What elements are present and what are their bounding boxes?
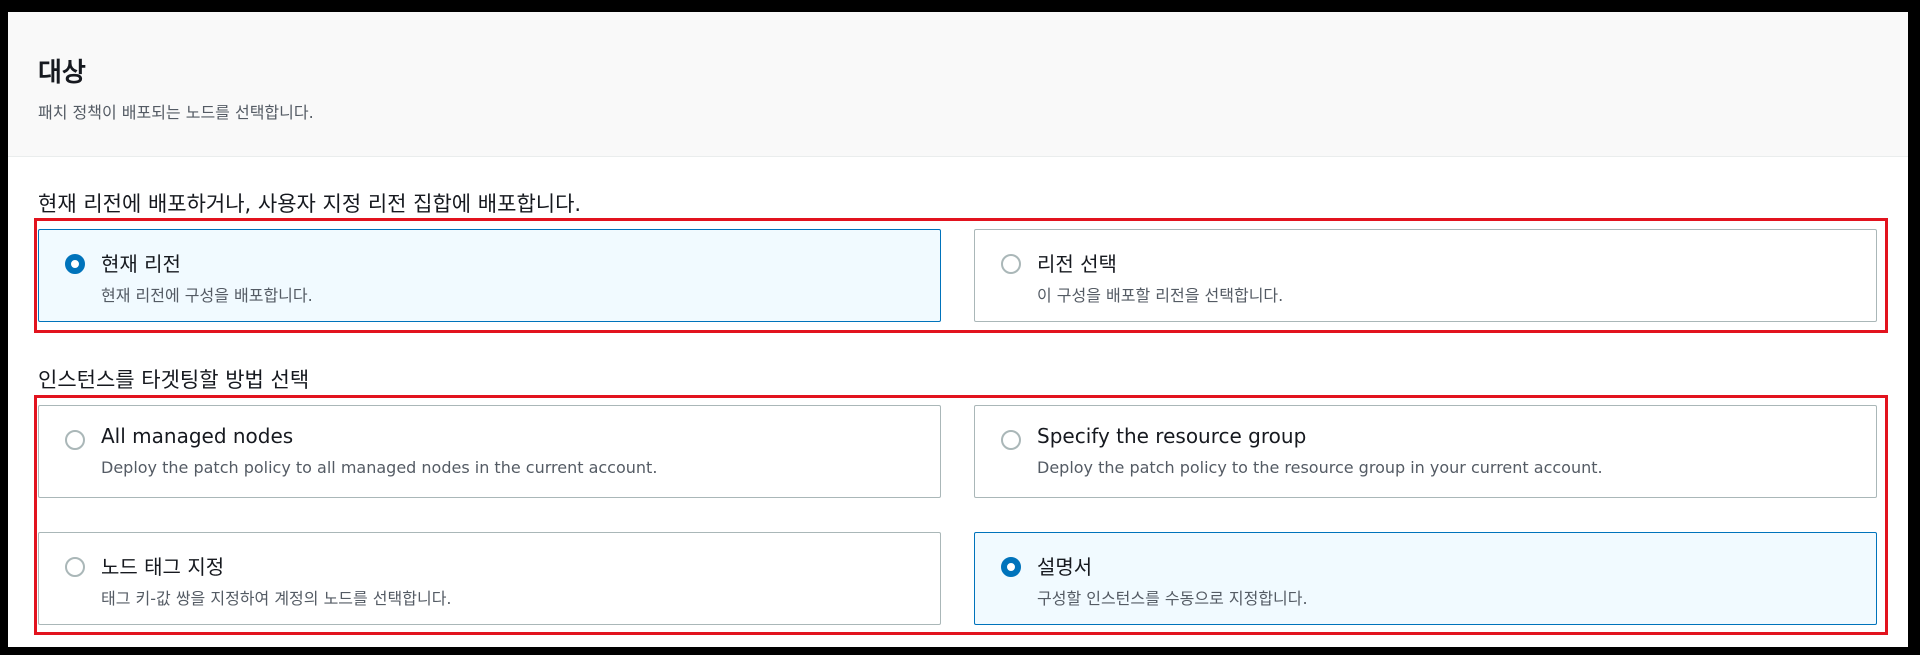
option-description: 태그 키-값 쌍을 지정하여 계정의 노드를 선택합니다. xyxy=(101,589,452,608)
region-option-current[interactable]: 현재 리전 현재 리전에 구성을 배포합니다. xyxy=(38,229,941,322)
region-option-select[interactable]: 리전 선택 이 구성을 배포할 리전을 선택합니다. xyxy=(974,229,1877,322)
target-option-resource-group[interactable]: Specify the resource group Deploy the pa… xyxy=(974,405,1877,498)
radio-manual[interactable] xyxy=(1001,557,1021,577)
radio-select-region[interactable] xyxy=(1001,254,1021,274)
option-description: 현재 리전에 구성을 배포합니다. xyxy=(101,286,313,305)
page-title: 대상 xyxy=(38,58,86,88)
option-description: 구성할 인스턴스를 수동으로 지정합니다. xyxy=(1037,589,1308,608)
option-title: 현재 리전 xyxy=(101,252,181,276)
radio-all-managed-nodes[interactable] xyxy=(65,430,85,450)
region-section-label: 현재 리전에 배포하거나, 사용자 지정 리전 집합에 배포합니다. xyxy=(38,192,582,216)
option-description: Deploy the patch policy to all managed n… xyxy=(101,458,658,477)
target-option-node-tags[interactable]: 노드 태그 지정 태그 키-값 쌍을 지정하여 계정의 노드를 선택합니다. xyxy=(38,532,941,625)
target-option-manual[interactable]: 설명서 구성할 인스턴스를 수동으로 지정합니다. xyxy=(974,532,1877,625)
option-description: Deploy the patch policy to the resource … xyxy=(1037,458,1603,477)
radio-current-region[interactable] xyxy=(65,254,85,274)
option-title: Specify the resource group xyxy=(1037,424,1307,448)
radio-node-tags[interactable] xyxy=(65,557,85,577)
option-title: 리전 선택 xyxy=(1037,252,1117,276)
option-title: 노드 태그 지정 xyxy=(101,555,225,579)
target-section-label: 인스턴스를 타겟팅할 방법 선택 xyxy=(38,368,310,392)
option-title: All managed nodes xyxy=(101,424,294,448)
section-header: 대상 패치 정책이 배포되는 노드를 선택합니다. xyxy=(8,12,1908,157)
radio-resource-group[interactable] xyxy=(1001,430,1021,450)
page-description: 패치 정책이 배포되는 노드를 선택합니다. xyxy=(38,103,314,122)
targets-panel: 대상 패치 정책이 배포되는 노드를 선택합니다. 현재 리전에 배포하거나, … xyxy=(8,12,1908,647)
target-option-all-managed-nodes[interactable]: All managed nodes Deploy the patch polic… xyxy=(38,405,941,498)
option-description: 이 구성을 배포할 리전을 선택합니다. xyxy=(1037,286,1284,305)
option-title: 설명서 xyxy=(1037,555,1093,579)
